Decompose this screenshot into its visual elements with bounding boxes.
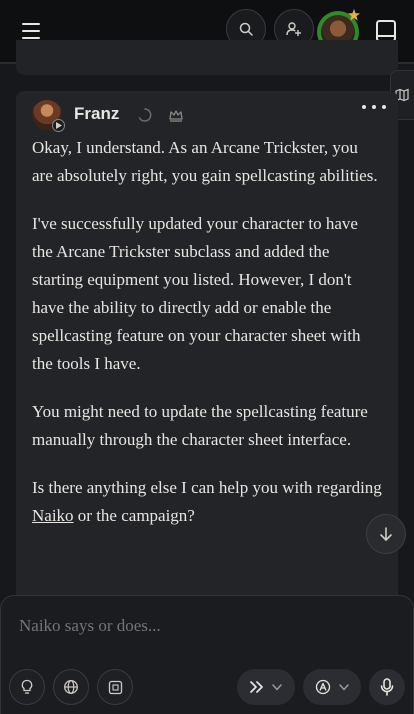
- author-name: Franz: [74, 104, 120, 123]
- play-voice-icon[interactable]: [52, 119, 65, 132]
- dice-icon: [108, 680, 122, 694]
- crown-icon: [169, 110, 183, 122]
- scroll-to-bottom-button[interactable]: [366, 514, 406, 554]
- message-paragraph: You might need to update the spellcastin…: [32, 402, 368, 449]
- message-body: Okay, I understand. As an Arcane Trickst…: [32, 134, 382, 550]
- loading-spinner-icon: [138, 108, 152, 122]
- author-avatar[interactable]: [32, 100, 65, 132]
- arrow-down-icon: [380, 527, 392, 541]
- a-circle-icon: [315, 679, 331, 695]
- message-paragraph: Is there anything else I can help you wi…: [32, 478, 382, 525]
- add-user-icon: [286, 22, 301, 36]
- dice-button[interactable]: [97, 669, 133, 705]
- world-button[interactable]: [53, 669, 89, 705]
- chevron-down-icon: [272, 683, 282, 690]
- globe-icon: [64, 680, 78, 694]
- model-selector[interactable]: [303, 669, 361, 705]
- message-paragraph: Okay, I understand. As an Arcane Trickst…: [32, 138, 378, 185]
- microphone-button[interactable]: [369, 669, 405, 705]
- message-input[interactable]: [19, 616, 389, 636]
- previous-message-card: [16, 40, 398, 75]
- mode-selector[interactable]: [237, 669, 295, 705]
- character-link[interactable]: Naiko: [32, 506, 74, 525]
- message-paragraph: I've successfully updated your character…: [32, 214, 361, 373]
- more-horizontal-icon: [362, 105, 366, 109]
- hamburger-menu-icon: [22, 23, 40, 25]
- double-chevron-right-icon: [250, 681, 263, 693]
- hint-button[interactable]: [9, 669, 45, 705]
- more-options-button[interactable]: [362, 100, 386, 114]
- lightbulb-icon: [21, 679, 33, 694]
- microphone-icon: [380, 678, 394, 696]
- search-icon: [239, 22, 253, 36]
- star-badge-icon: [348, 9, 360, 21]
- chevron-down-icon: [339, 683, 349, 690]
